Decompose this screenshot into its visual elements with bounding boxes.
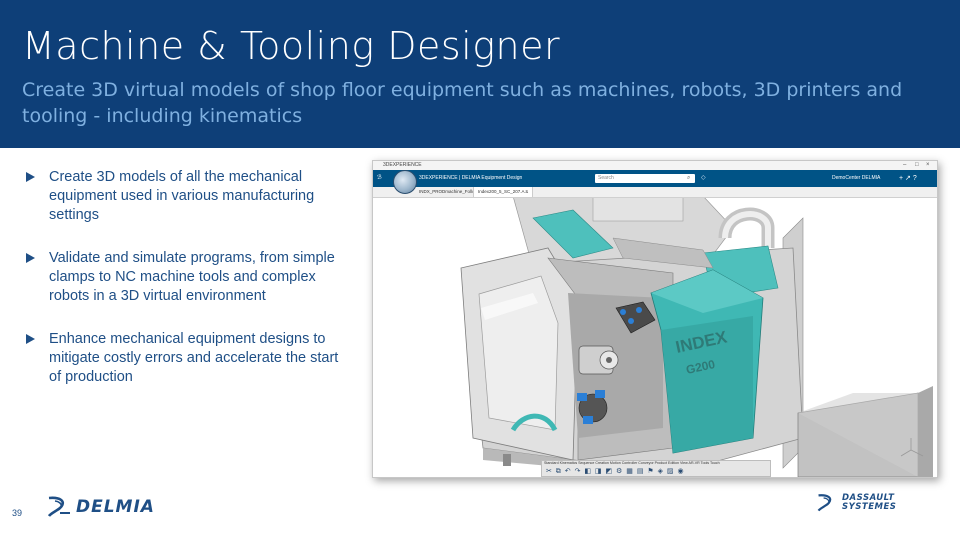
app-top-bar: ℬ 3DEXPERIENCE | DELMIA Equipment Design… (373, 170, 937, 187)
bullet-triangle-icon (26, 172, 35, 182)
bullet-item: Enhance mechanical equipment designs to … (24, 330, 342, 387)
ds-mark-icon (817, 494, 832, 512)
ds-mark-icon (47, 496, 70, 517)
dassault-systemes-logo: DASSAULT SYSTEMES (816, 492, 896, 514)
compass-icon[interactable] (393, 170, 417, 194)
search-input[interactable]: Search (595, 174, 695, 183)
window-title: 3DEXPERIENCE (383, 162, 422, 168)
bullet-item: Validate and simulate programs, from sim… (24, 249, 342, 306)
header-action-icons[interactable]: + ↗ ? (899, 170, 917, 187)
slide-title: Machine & Tooling Designer (22, 24, 561, 68)
slide-subtitle: Create 3D virtual models of shop floor e… (22, 79, 903, 127)
tag-icon[interactable]: ◇ (701, 170, 706, 187)
page-number: 39 (12, 508, 23, 518)
ds-wordmark-line2: SYSTEMES (842, 502, 897, 512)
bullet-list: Create 3D models of all the mechanical e… (24, 168, 342, 411)
bullet-triangle-icon (26, 253, 35, 263)
action-bar-tools[interactable]: ✂ ⧉ ↶ ↷ ◧ ◨ ◩ ⚙ ▦ ▤ ⚑ ◈ ▨ ◉ (546, 467, 685, 476)
minimize-button[interactable]: – (903, 161, 906, 170)
bullet-text: Validate and simulate programs, from sim… (49, 250, 335, 304)
maximize-button[interactable]: □ (915, 161, 919, 170)
bullet-item: Create 3D models of all the mechanical e… (24, 168, 342, 225)
delmia-wordmark: DELMIA (76, 497, 155, 517)
close-window-button[interactable]: × (926, 161, 930, 170)
3d-viewport[interactable]: INDEX G200 (373, 198, 937, 477)
3ds-logo-icon: ℬ (377, 175, 382, 181)
close-tab-icon[interactable]: × (525, 187, 528, 197)
slide-header: Machine & Tooling Designer Create 3D vir… (0, 0, 960, 148)
application-screenshot: 3DEXPERIENCE – □ × ℬ 3DEXPERIENCE | DELM… (372, 160, 938, 478)
action-bar: Standard Kinematics Sequence Creation Mo… (541, 460, 771, 477)
document-tabs: INDX_PRODmachine_Follow T... Index200_5_… (373, 187, 937, 198)
action-bar-tabs[interactable]: Standard Kinematics Sequence Creation Mo… (544, 461, 720, 466)
app-title: 3DEXPERIENCE | DELMIA Equipment Design (419, 175, 523, 181)
bullet-text: Create 3D models of all the mechanical e… (49, 169, 315, 223)
window-title-bar: 3DEXPERIENCE – □ × (373, 161, 937, 170)
search-icon[interactable]: ⌕ (687, 170, 690, 187)
bullet-triangle-icon (26, 334, 35, 344)
delmia-logo: DELMIA (46, 492, 155, 522)
user-menu[interactable]: DemoCenter DELMIA (832, 170, 880, 187)
bullet-text: Enhance mechanical equipment designs to … (49, 331, 339, 385)
